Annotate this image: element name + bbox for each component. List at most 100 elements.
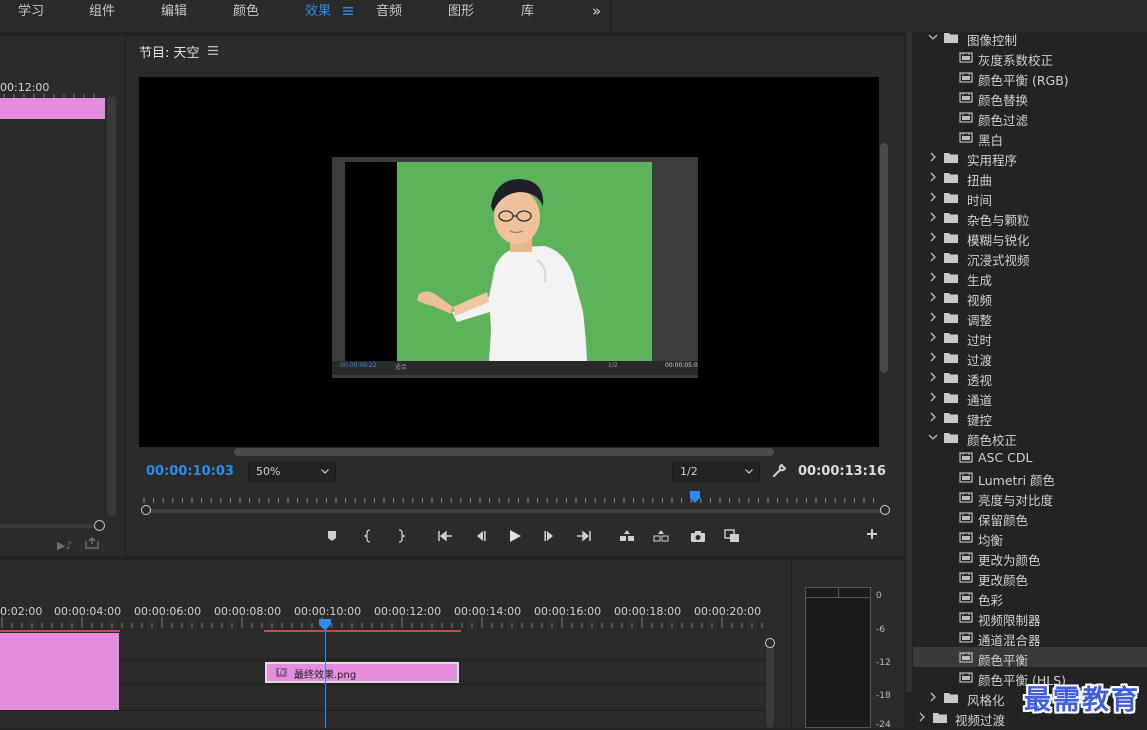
chevron-right-icon[interactable] — [928, 392, 938, 402]
effect-item[interactable]: 通道混合器 — [913, 627, 1147, 648]
effect-item[interactable]: 颜色平衡 (RGB) — [913, 67, 1147, 88]
effect-item[interactable]: 灰度系数校正 — [913, 47, 1147, 68]
workspace-tab-learn[interactable]: 学习 — [18, 0, 44, 24]
wrench-settings-icon[interactable] — [772, 464, 786, 478]
chevron-down-icon[interactable] — [928, 32, 938, 42]
effect-item[interactable]: 黑白 — [913, 127, 1147, 148]
effect-folder[interactable]: 扭曲 — [913, 167, 1147, 188]
timeline-playhead-line[interactable] — [325, 629, 326, 728]
program-horizontal-scrollbar[interactable] — [234, 448, 774, 456]
chevron-right-icon[interactable] — [917, 712, 927, 722]
workspace-tab-editing[interactable]: 编辑 — [161, 0, 187, 24]
effect-item[interactable]: 色彩 — [913, 587, 1147, 608]
chevron-right-icon[interactable] — [928, 152, 938, 162]
program-time-ruler[interactable] — [140, 494, 886, 510]
zoom-level-select[interactable]: 50% — [248, 462, 336, 482]
effect-item[interactable]: 更改为颜色 — [913, 547, 1147, 568]
workspace-tab-assembly[interactable]: 组件 — [89, 0, 115, 24]
workspace-tab-graphics[interactable]: 图形 — [448, 0, 474, 24]
program-zoom-bar[interactable] — [146, 509, 884, 513]
effect-item[interactable]: 颜色替换 — [913, 87, 1147, 108]
effect-folder[interactable]: 透视 — [913, 367, 1147, 388]
workspace-tab-color[interactable]: 颜色 — [233, 0, 259, 24]
program-monitor-title[interactable]: 节目: 天空 — [139, 42, 200, 61]
workspace-tab-libraries[interactable]: 库 — [521, 0, 534, 24]
lift-icon[interactable] — [619, 528, 635, 544]
mark-out-icon[interactable] — [392, 528, 408, 544]
mark-in-icon[interactable] — [361, 528, 377, 544]
effect-folder[interactable]: 键控 — [913, 407, 1147, 428]
effect-item[interactable]: 视频限制器 — [913, 607, 1147, 628]
workspace-tab-audio[interactable]: 音频 — [376, 0, 402, 24]
play-icon[interactable] — [507, 528, 523, 544]
effect-folder[interactable]: 实用程序 — [913, 147, 1147, 168]
zoom-bar-left-handle[interactable] — [141, 505, 151, 515]
workspace-menu-icon[interactable] — [343, 6, 353, 16]
chevron-right-icon[interactable] — [928, 192, 938, 202]
effect-folder[interactable]: 时间 — [913, 187, 1147, 208]
chevron-right-icon[interactable] — [928, 352, 938, 362]
playback-resolution-select[interactable]: 1/2 — [672, 462, 760, 482]
effect-item[interactable]: Lumetri 颜色 — [913, 467, 1147, 488]
effect-folder[interactable]: 杂色与颗粒 — [913, 207, 1147, 228]
chevron-right-icon[interactable] — [928, 332, 938, 342]
program-viewer[interactable]: 00:00:00:22 适合 1/2 00:00:05:0 — [139, 77, 879, 447]
timeline-ruler[interactable] — [0, 617, 765, 629]
chevron-right-icon[interactable] — [928, 212, 938, 222]
chevron-down-icon[interactable] — [928, 432, 938, 442]
export-frame-camera-icon[interactable] — [690, 528, 706, 544]
source-zoom-handle[interactable] — [94, 520, 105, 531]
effect-item[interactable]: 保留颜色 — [913, 507, 1147, 528]
playhead-marker-icon[interactable] — [690, 491, 700, 503]
source-horizontal-scrollbar[interactable] — [0, 524, 100, 528]
effect-item[interactable]: 均衡 — [913, 527, 1147, 548]
effect-folder[interactable]: 通道 — [913, 387, 1147, 408]
effect-item[interactable]: 颜色过滤 — [913, 107, 1147, 128]
effect-folder[interactable]: 过渡 — [913, 347, 1147, 368]
button-editor-add-icon[interactable] — [864, 526, 880, 542]
extract-icon[interactable] — [653, 528, 669, 544]
chevron-right-icon[interactable] — [928, 292, 938, 302]
go-to-out-icon[interactable] — [576, 528, 592, 544]
effect-folder[interactable]: 颜色校正 — [913, 427, 1147, 448]
effect-item[interactable]: 亮度与对比度 — [913, 487, 1147, 508]
chevron-right-icon[interactable] — [928, 692, 938, 702]
drag-audio-icon[interactable]: ▶♪ — [57, 539, 72, 552]
step-back-icon[interactable] — [472, 528, 488, 544]
effect-folder[interactable]: 沉浸式视频 — [913, 247, 1147, 268]
timeline-clip-left[interactable] — [0, 633, 119, 710]
export-frame-icon[interactable] — [85, 537, 99, 549]
source-vertical-scrollbar[interactable] — [107, 96, 116, 516]
program-menu-icon[interactable] — [208, 46, 218, 55]
effect-folder[interactable]: 视频 — [913, 287, 1147, 308]
chevron-right-icon[interactable] — [928, 372, 938, 382]
effects-panel-divider[interactable] — [906, 32, 912, 692]
playhead-timecode[interactable]: 00:00:10:03 — [146, 464, 234, 479]
compare-view-icon[interactable] — [724, 528, 740, 544]
effect-folder[interactable]: 模糊与锐化 — [913, 227, 1147, 248]
zoom-bar-right-handle[interactable] — [880, 505, 890, 515]
workspace-tab-effects[interactable]: 效果 — [305, 0, 331, 24]
effect-folder[interactable]: 调整 — [913, 307, 1147, 328]
chevron-right-icon[interactable] — [928, 412, 938, 422]
effect-item[interactable]: 更改颜色 — [913, 567, 1147, 588]
timeline-clip-final[interactable]: fx 最终效果.png — [265, 662, 459, 683]
program-vertical-scrollbar[interactable] — [880, 143, 888, 373]
effect-folder[interactable]: 生成 — [913, 267, 1147, 288]
go-to-in-icon[interactable] — [437, 528, 453, 544]
timeline-zoom-handle[interactable] — [765, 638, 775, 648]
effect-item[interactable]: ASC CDL — [913, 447, 1147, 467]
chevron-right-icon[interactable] — [928, 272, 938, 282]
add-marker-icon[interactable] — [324, 528, 340, 544]
more-workspaces-icon[interactable]: » — [592, 0, 601, 24]
effect-item[interactable]: 颜色平衡 — [913, 647, 1147, 668]
chevron-right-icon[interactable] — [928, 252, 938, 262]
effect-folder[interactable]: 图像控制 — [913, 32, 1147, 48]
chevron-right-icon[interactable] — [928, 232, 938, 242]
source-clip[interactable] — [0, 98, 105, 119]
chevron-right-icon[interactable] — [928, 312, 938, 322]
chevron-right-icon[interactable] — [928, 172, 938, 182]
step-forward-icon[interactable] — [542, 528, 558, 544]
effect-folder[interactable]: 过时 — [913, 327, 1147, 348]
timeline-vertical-scrollbar[interactable] — [766, 638, 774, 728]
